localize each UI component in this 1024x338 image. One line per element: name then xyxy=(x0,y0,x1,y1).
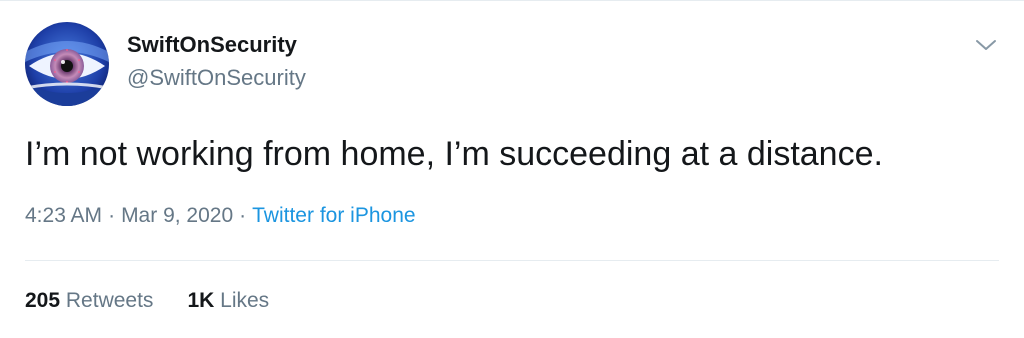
tweet-date[interactable]: Mar 9, 2020 xyxy=(121,204,233,227)
author-display-name[interactable]: SwiftOnSecurity xyxy=(127,32,297,58)
author-handle[interactable]: @SwiftOnSecurity xyxy=(127,65,306,91)
tweet-menu-button[interactable] xyxy=(970,31,1002,59)
eye-avatar-icon xyxy=(25,22,109,106)
chevron-down-icon xyxy=(976,40,996,50)
retweets-label: Retweets xyxy=(65,289,154,312)
retweets-count: 205 xyxy=(25,289,61,312)
divider xyxy=(25,260,999,261)
tweet-meta: 4:23 AM · Mar 9, 2020 · Twitter for iPhone xyxy=(25,202,416,230)
tweet-stats: 205 Retweets 1K Likes xyxy=(25,287,303,315)
meta-separator: · xyxy=(239,204,247,227)
tweet-text: I’m not working from home, I’m succeedin… xyxy=(25,135,883,173)
likes-count: 1K xyxy=(187,289,215,312)
likes-stat[interactable]: 1K Likes xyxy=(187,287,269,315)
avatar[interactable] xyxy=(25,22,109,106)
retweets-stat[interactable]: 205 Retweets xyxy=(25,287,153,315)
tweet-card: SwiftOnSecurity @SwiftOnSecurity I’m not… xyxy=(0,0,1024,338)
meta-separator: · xyxy=(108,204,116,227)
likes-label: Likes xyxy=(220,289,270,312)
tweet-time[interactable]: 4:23 AM xyxy=(25,204,102,227)
tweet-source-link[interactable]: Twitter for iPhone xyxy=(252,204,415,227)
